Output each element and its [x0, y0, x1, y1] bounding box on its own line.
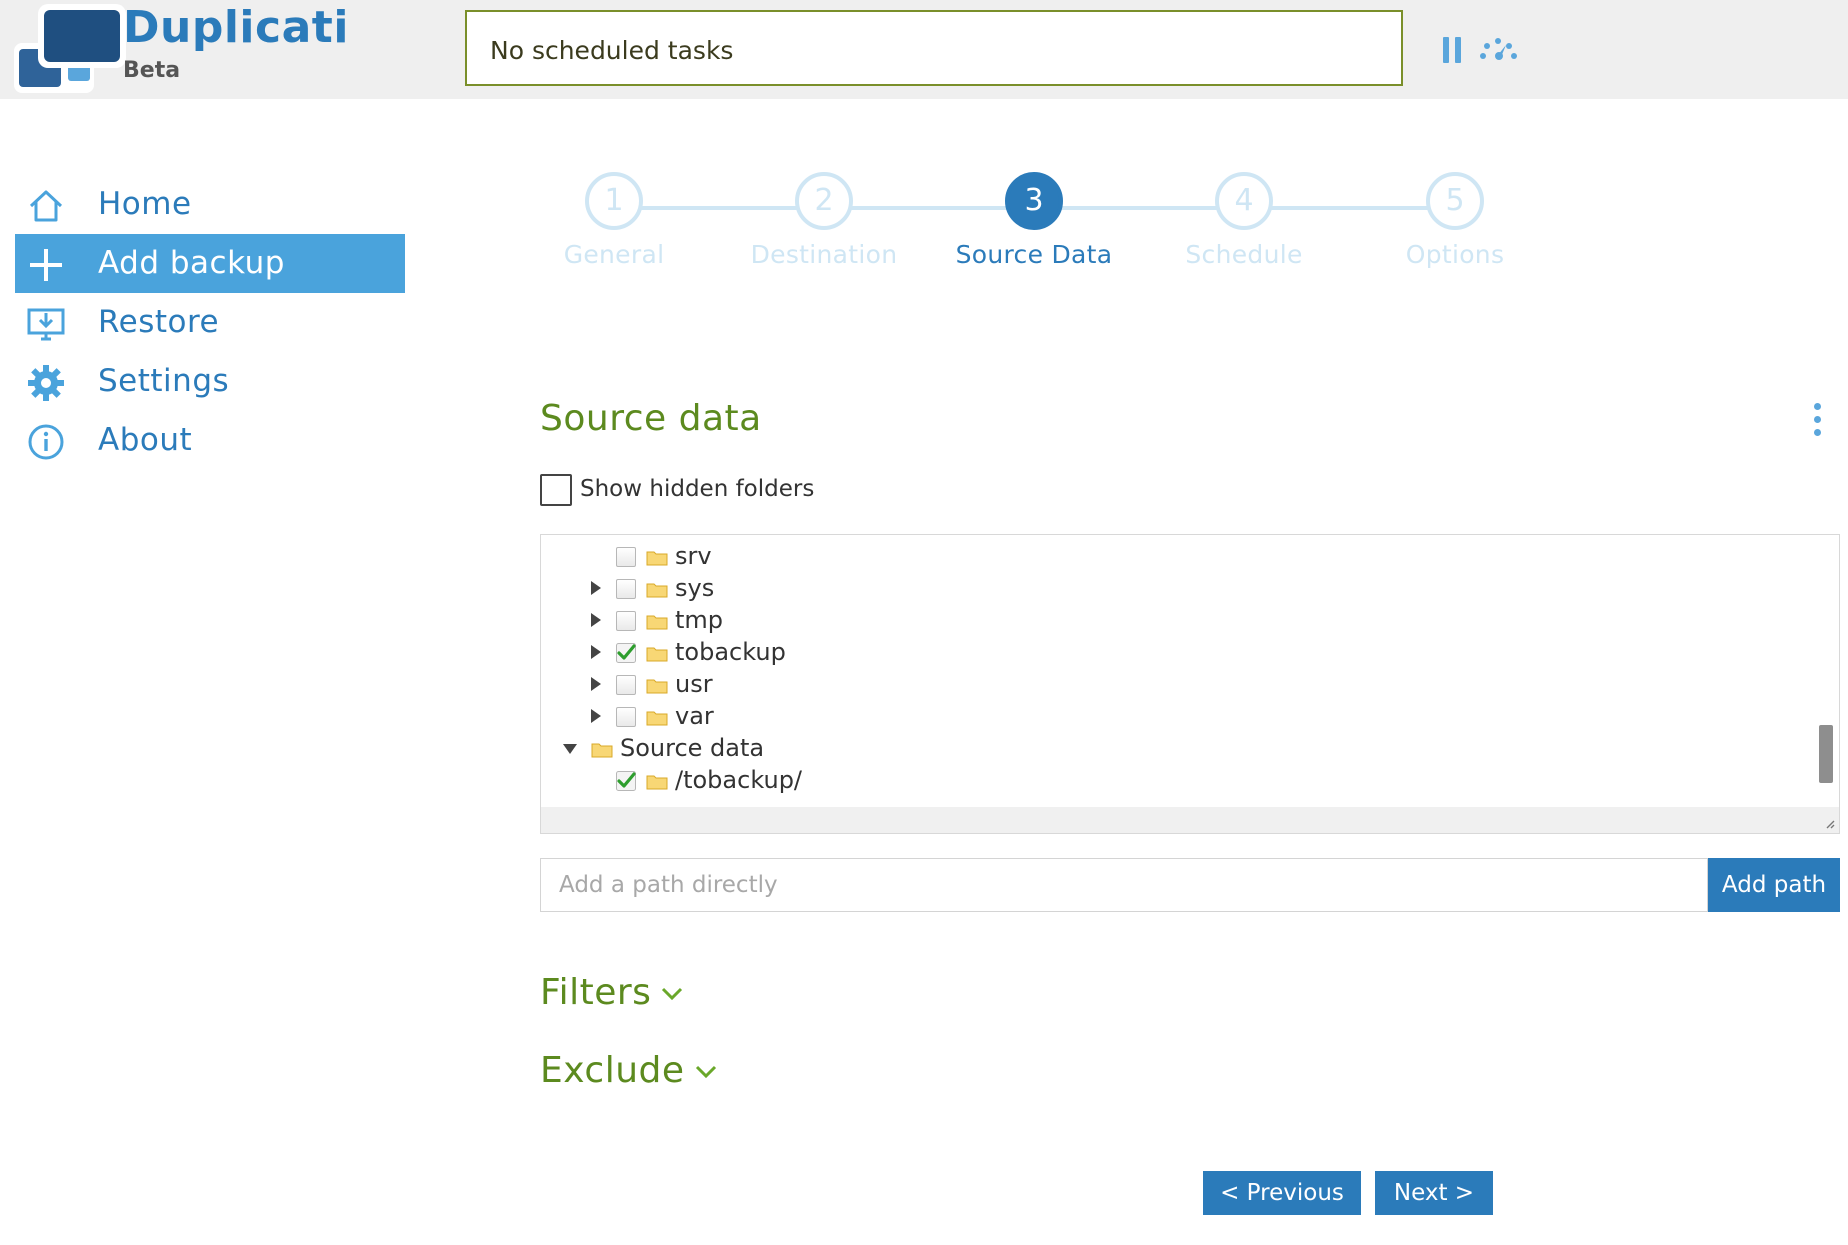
resize-grip-icon[interactable] — [1825, 819, 1835, 829]
folder-icon — [646, 711, 668, 726]
tree-item-label: srv — [675, 542, 712, 570]
exclude-toggle[interactable]: Exclude — [540, 1050, 717, 1091]
step-number: 1 — [585, 172, 643, 230]
tree-group-label: Source data — [620, 734, 765, 762]
tree-checkbox[interactable] — [616, 579, 636, 599]
folder-icon — [646, 775, 668, 790]
tree-row[interactable]: tobackup — [541, 637, 1141, 669]
step-label: Options — [1405, 240, 1505, 269]
sidebar-nav: Home Add backup Restore Settings About — [15, 175, 405, 470]
step-number: 2 — [795, 172, 853, 230]
step-source-data[interactable]: 3 Source Data — [934, 172, 1134, 269]
info-icon — [28, 424, 64, 460]
tree-item-label: /tobackup/ — [675, 766, 803, 794]
show-hidden-folders-checkbox[interactable] — [540, 474, 572, 506]
expand-arrow-icon[interactable] — [591, 677, 601, 691]
expand-arrow-icon[interactable] — [591, 709, 601, 723]
pause-icon[interactable] — [1443, 37, 1465, 63]
tree-checkbox[interactable] — [616, 675, 636, 695]
tree-item-label: var — [675, 702, 714, 730]
step-number: 3 — [1005, 172, 1063, 230]
checked-checkbox-icon[interactable] — [616, 643, 636, 663]
sidebar-item-restore[interactable]: Restore — [15, 293, 405, 352]
app-name: Duplicati — [123, 2, 349, 53]
tree-row-source-group[interactable]: Source data — [541, 733, 1141, 765]
tree-row-partial — [616, 534, 656, 541]
folder-open-icon — [591, 743, 613, 758]
home-icon — [29, 190, 63, 222]
folder-icon — [646, 679, 668, 694]
more-options-icon[interactable] — [1812, 403, 1822, 437]
expand-arrow-icon[interactable] — [591, 645, 601, 659]
tree-checkbox[interactable] — [616, 611, 636, 631]
section-title: Source data — [540, 398, 762, 439]
sidebar-item-settings[interactable]: Settings — [15, 352, 405, 411]
duplicati-logo — [14, 4, 126, 93]
sidebar-item-add-backup[interactable]: Add backup — [15, 234, 405, 293]
sidebar-item-label: Add backup — [98, 245, 285, 281]
step-label: General — [563, 240, 665, 269]
restore-icon — [27, 308, 65, 341]
filters-label: Filters — [540, 972, 652, 1013]
sidebar-item-label: About — [98, 422, 193, 458]
show-hidden-folders-label[interactable]: Show hidden folders — [580, 476, 814, 502]
tree-checkbox[interactable] — [616, 707, 636, 727]
tree-row[interactable]: tmp — [541, 605, 1141, 637]
tree-row[interactable]: usr — [541, 669, 1141, 701]
top-header: Duplicati Beta No scheduled tasks — [0, 0, 1848, 99]
step-destination[interactable]: 2 Destination — [724, 172, 924, 269]
expand-arrow-icon[interactable] — [591, 613, 601, 627]
previous-button[interactable]: < Previous — [1203, 1171, 1361, 1215]
sidebar-item-home[interactable]: Home — [15, 175, 405, 234]
tree-row[interactable]: sys — [541, 573, 1141, 605]
collapse-arrow-icon[interactable] — [563, 744, 577, 754]
folder-icon — [646, 551, 668, 566]
status-text: No scheduled tasks — [490, 36, 734, 65]
sidebar-item-label: Home — [98, 186, 192, 222]
tree-item-label: usr — [675, 670, 713, 698]
add-path-button[interactable]: Add path — [1708, 858, 1840, 912]
step-label: Schedule — [1185, 240, 1303, 269]
tree-item-label: tobackup — [675, 638, 786, 666]
folder-icon — [646, 615, 668, 630]
checked-checkbox-icon[interactable] — [616, 771, 636, 791]
step-label: Source Data — [955, 240, 1113, 269]
step-number: 5 — [1426, 172, 1484, 230]
step-label: Destination — [750, 240, 898, 269]
sidebar-item-label: Restore — [98, 304, 220, 340]
chevron-down-icon — [662, 987, 683, 1001]
tree-row[interactable]: var — [541, 701, 1141, 733]
status-box: No scheduled tasks — [465, 10, 1403, 86]
filters-toggle[interactable]: Filters — [540, 972, 683, 1013]
next-button[interactable]: Next > — [1375, 1171, 1493, 1215]
tree-checkbox[interactable] — [616, 547, 636, 567]
sidebar-item-about[interactable]: About — [15, 411, 405, 470]
chevron-down-icon — [695, 1065, 716, 1079]
expand-arrow-icon[interactable] — [591, 581, 601, 595]
wizard-steps: 1 General 2 Destination 3 Source Data 4 … — [520, 172, 1504, 292]
tree-horizontal-scroll-track — [541, 807, 1839, 833]
step-number: 4 — [1215, 172, 1273, 230]
step-general[interactable]: 1 General — [514, 172, 714, 269]
tree-row[interactable]: srv — [541, 541, 1141, 573]
step-options[interactable]: 5 Options — [1355, 172, 1555, 269]
tree-item-label: tmp — [675, 606, 724, 634]
speed-gauge-icon[interactable] — [1478, 36, 1520, 62]
add-path-input[interactable] — [540, 858, 1708, 912]
tree-row[interactable]: /tobackup/ — [541, 765, 1141, 797]
app-edition: Beta — [123, 58, 181, 83]
plus-icon — [30, 249, 62, 281]
exclude-label: Exclude — [540, 1050, 685, 1091]
folder-icon — [646, 583, 668, 598]
tree-item-label: sys — [675, 574, 715, 602]
tree-scrollbar-thumb[interactable] — [1819, 725, 1833, 783]
folder-icon — [646, 647, 668, 662]
step-schedule[interactable]: 4 Schedule — [1144, 172, 1344, 269]
folder-tree[interactable]: srv sys tmp tobackup usr var Source data… — [540, 534, 1840, 834]
gear-icon — [28, 365, 64, 401]
tree-checkbox — [616, 534, 636, 535]
sidebar-item-label: Settings — [98, 363, 230, 399]
